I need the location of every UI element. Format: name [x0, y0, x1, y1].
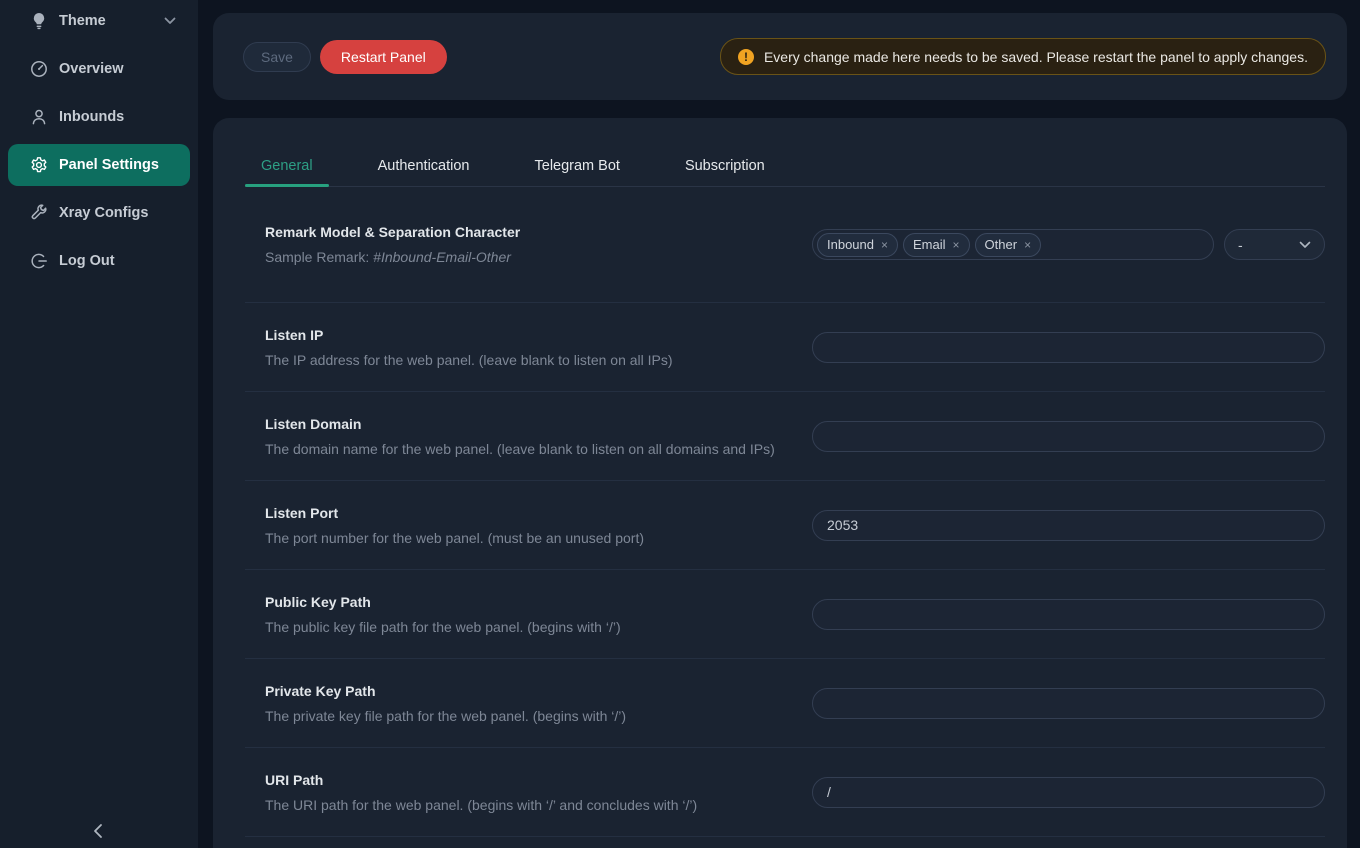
field-description: The private key file path for the web pa…	[265, 708, 792, 724]
field-label: URI Path	[265, 772, 792, 788]
tab-general[interactable]: General	[245, 152, 329, 186]
chevron-left-icon	[93, 823, 103, 839]
field-description: The port number for the web panel. (must…	[265, 530, 792, 546]
settings-tabbar: General Authentication Telegram Bot Subs…	[245, 152, 1325, 187]
sidebar-item-label: Theme	[59, 13, 106, 29]
toolbar-card: Save Restart Panel ! Every change made h…	[213, 13, 1347, 100]
sidebar-item-overview[interactable]: Overview	[8, 48, 190, 90]
form-row-public-key-path: Public Key Path The public key file path…	[245, 570, 1325, 659]
public-key-path-input[interactable]	[812, 599, 1325, 630]
alert-text: Every change made here needs to be saved…	[764, 49, 1308, 65]
tag-email: Email ×	[903, 233, 970, 257]
tab-telegram-bot[interactable]: Telegram Bot	[519, 152, 636, 186]
restart-panel-button[interactable]: Restart Panel	[320, 40, 447, 74]
user-icon	[30, 108, 48, 126]
field-label: Listen Domain	[265, 416, 792, 432]
chevron-down-icon	[1299, 241, 1311, 249]
logout-icon	[30, 252, 48, 270]
chevron-down-icon	[164, 17, 176, 25]
sidebar-item-label: Overview	[59, 61, 124, 77]
private-key-path-input[interactable]	[812, 688, 1325, 719]
field-description: The URI path for the web panel. (begins …	[265, 797, 792, 813]
panel-settings-card: General Authentication Telegram Bot Subs…	[213, 118, 1347, 848]
description-prefix: Sample Remark:	[265, 249, 373, 265]
form-row-uri-path: URI Path The URI path for the web panel.…	[245, 748, 1325, 837]
field-description: The public key file path for the web pan…	[265, 619, 792, 635]
gear-icon	[30, 156, 48, 174]
listen-ip-input[interactable]	[812, 332, 1325, 363]
field-label: Private Key Path	[265, 683, 792, 699]
sidebar-collapse-button[interactable]	[86, 819, 110, 843]
tag-label: Email	[913, 237, 946, 252]
sidebar-item-inbounds[interactable]: Inbounds	[8, 96, 190, 138]
remark-model-tags-input[interactable]: Inbound × Email × Other ×	[812, 229, 1214, 260]
sidebar-item-log-out[interactable]: Log Out	[8, 240, 190, 282]
sample-remark: #Inbound-Email-Other	[373, 249, 511, 265]
sidebar-item-panel-settings[interactable]: Panel Settings	[8, 144, 190, 186]
separator-character-select[interactable]: -	[1224, 229, 1325, 260]
form-row-remark-model: Remark Model & Separation Character Samp…	[245, 187, 1325, 303]
form-row-listen-domain: Listen Domain The domain name for the we…	[245, 392, 1325, 481]
tag-label: Other	[985, 237, 1018, 252]
sidebar-item-label: Log Out	[59, 253, 115, 269]
sidebar-item-theme[interactable]: Theme	[8, 0, 190, 42]
field-label: Public Key Path	[265, 594, 792, 610]
wrench-icon	[30, 204, 48, 222]
listen-domain-input[interactable]	[812, 421, 1325, 452]
lightbulb-icon	[30, 12, 48, 30]
main-content: Save Restart Panel ! Every change made h…	[198, 0, 1360, 848]
restart-warning-alert: ! Every change made here needs to be sav…	[720, 38, 1326, 75]
tag-inbound: Inbound ×	[817, 233, 898, 257]
form-row-private-key-path: Private Key Path The private key file pa…	[245, 659, 1325, 748]
uri-path-input[interactable]	[812, 777, 1325, 808]
sidebar: Theme Overview Inbounds Panel Settings X…	[0, 0, 198, 848]
field-label: Remark Model & Separation Character	[265, 224, 792, 240]
sidebar-item-label: Xray Configs	[59, 205, 148, 221]
field-label: Listen Port	[265, 505, 792, 521]
field-label: Listen IP	[265, 327, 792, 343]
tag-remove-icon[interactable]: ×	[881, 239, 888, 251]
field-description: Sample Remark: #Inbound-Email-Other	[265, 249, 792, 265]
dashboard-icon	[30, 60, 48, 78]
warning-icon: !	[738, 49, 754, 65]
tag-remove-icon[interactable]: ×	[953, 239, 960, 251]
save-button[interactable]: Save	[243, 42, 311, 72]
tag-other: Other ×	[975, 233, 1042, 257]
form-row-listen-port: Listen Port The port number for the web …	[245, 481, 1325, 570]
tag-label: Inbound	[827, 237, 874, 252]
listen-port-input[interactable]	[812, 510, 1325, 541]
sidebar-item-label: Inbounds	[59, 109, 124, 125]
tab-subscription[interactable]: Subscription	[669, 152, 781, 186]
field-description: The domain name for the web panel. (leav…	[265, 441, 792, 457]
tag-remove-icon[interactable]: ×	[1024, 239, 1031, 251]
sidebar-item-label: Panel Settings	[59, 157, 159, 173]
select-value: -	[1238, 237, 1243, 253]
field-description: The IP address for the web panel. (leave…	[265, 352, 792, 368]
form-row-listen-ip: Listen IP The IP address for the web pan…	[245, 303, 1325, 392]
tab-authentication[interactable]: Authentication	[362, 152, 486, 186]
sidebar-item-xray-configs[interactable]: Xray Configs	[8, 192, 190, 234]
